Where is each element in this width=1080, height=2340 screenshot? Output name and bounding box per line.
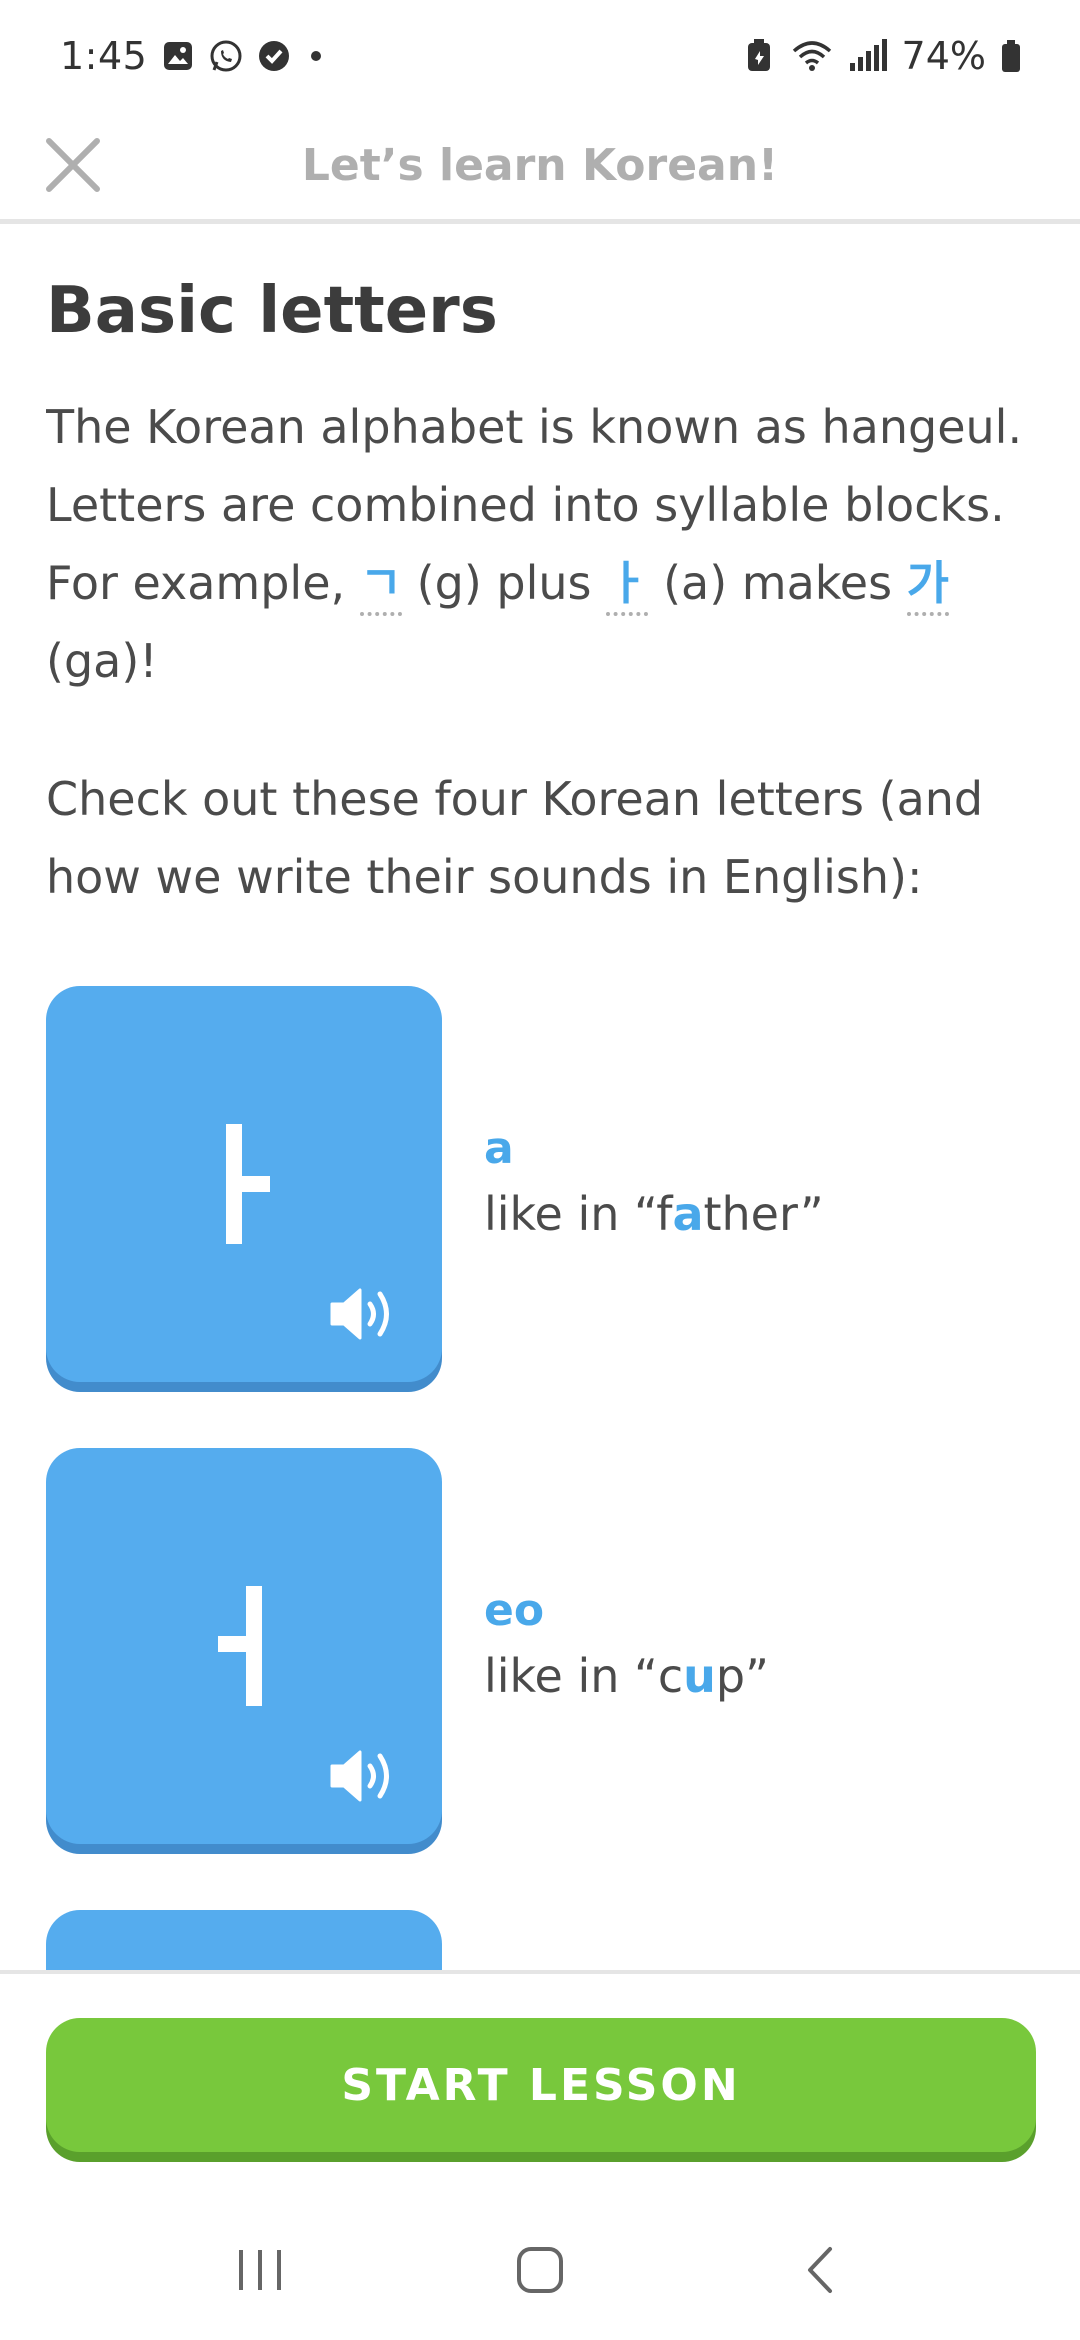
check-circle-icon bbox=[257, 39, 291, 73]
notification-dot-icon bbox=[311, 51, 322, 61]
letter-card-eo[interactable] bbox=[46, 1448, 442, 1844]
system-nav-bar bbox=[0, 2200, 1080, 2340]
home-icon bbox=[517, 2247, 563, 2293]
romanization: eo bbox=[484, 1585, 545, 1636]
example-suffix: p” bbox=[715, 1649, 769, 1703]
close-button[interactable] bbox=[40, 132, 106, 198]
battery-saver-icon bbox=[742, 39, 776, 73]
letters-intro-paragraph: Check out these four Korean letters (and… bbox=[46, 772, 984, 904]
intro-paragraph: The Korean alphabet is known as hangeul.… bbox=[46, 388, 1036, 700]
letter-list: a like in “father” eo like in “cup” bbox=[46, 986, 1036, 1970]
app-header: Let’s learn Korean! bbox=[0, 112, 1080, 224]
letter-row: eo like in “cup” bbox=[46, 1448, 1036, 1844]
start-lesson-button[interactable]: START LESSON bbox=[46, 2018, 1036, 2152]
example-highlight: u bbox=[683, 1649, 716, 1703]
page-title: Let’s learn Korean! bbox=[301, 140, 779, 191]
battery-percent: 74% bbox=[901, 34, 986, 78]
status-time: 1:45 bbox=[60, 34, 148, 78]
letter-info-eo: eo like in “cup” bbox=[484, 1581, 769, 1711]
status-bar: 1:45 74% bbox=[0, 0, 1080, 112]
hint-word-ga[interactable]: 가 bbox=[906, 556, 949, 616]
intro-text-3: (a) makes bbox=[648, 556, 907, 610]
lesson-intro-content: Basic letters The Korean alphabet is kno… bbox=[46, 224, 1036, 1970]
whatsapp-icon bbox=[209, 39, 243, 73]
hint-word-a[interactable]: ㅏ bbox=[606, 556, 649, 616]
example-prefix: like in “c bbox=[484, 1649, 684, 1703]
example-text: like in “cup” bbox=[484, 1641, 769, 1711]
back-icon bbox=[808, 2247, 832, 2293]
recent-apps-icon bbox=[239, 2250, 281, 2290]
status-left: 1:45 bbox=[60, 34, 322, 78]
speaker-icon bbox=[330, 1288, 389, 1340]
back-button[interactable] bbox=[780, 2230, 860, 2310]
hint-word-g[interactable]: ㄱ bbox=[359, 556, 403, 616]
home-button[interactable] bbox=[500, 2230, 580, 2310]
intro-text-4: (ga)! bbox=[46, 634, 158, 688]
gallery-icon bbox=[161, 39, 195, 73]
footer: START LESSON bbox=[0, 1970, 1080, 2170]
romanization: a bbox=[484, 1123, 514, 1174]
letter-row: a like in “father” bbox=[46, 986, 1036, 1382]
intro-text-2: (g) plus bbox=[402, 556, 607, 610]
example-highlight: a bbox=[672, 1187, 704, 1241]
letter-card-a[interactable] bbox=[46, 986, 442, 1382]
example-suffix: ther” bbox=[703, 1187, 824, 1241]
section-title: Basic letters bbox=[46, 274, 498, 348]
wifi-icon bbox=[790, 39, 834, 73]
letter-info-a: a like in “father” bbox=[484, 1119, 824, 1249]
speaker-icon bbox=[330, 1750, 389, 1802]
recent-apps-button[interactable] bbox=[220, 2230, 300, 2310]
example-text: like in “father” bbox=[484, 1179, 824, 1249]
example-prefix: like in “f bbox=[484, 1187, 673, 1241]
signal-icon bbox=[848, 39, 888, 73]
battery-icon bbox=[1000, 39, 1022, 73]
letter-card-partial[interactable] bbox=[46, 1910, 442, 1970]
status-right: 74% bbox=[742, 34, 1022, 78]
close-icon bbox=[46, 138, 100, 192]
